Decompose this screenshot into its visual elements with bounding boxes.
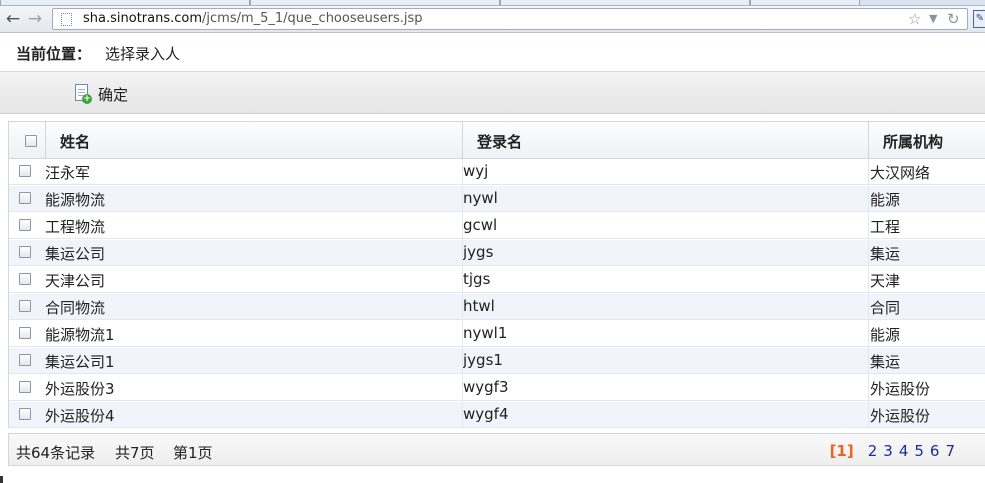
- cell-name: 外运股份4: [45, 407, 115, 425]
- url-path: /jcms/m_5_1/que_chooseusers.jsp: [202, 11, 423, 26]
- back-arrow-icon[interactable]: ←: [3, 9, 23, 29]
- column-header-name[interactable]: 姓名: [60, 131, 90, 152]
- table-row[interactable]: 天津公司 tjgs 天津: [9, 267, 985, 293]
- action-bar: + 确定: [0, 72, 985, 114]
- cell-name: 合同物流: [45, 299, 106, 317]
- browser-tab[interactable]: [750, 0, 860, 5]
- browser-tab[interactable]: [250, 0, 500, 5]
- cell-name: 天津公司: [45, 272, 106, 290]
- total-records: 共64条记录: [16, 444, 96, 462]
- table-row[interactable]: 汪永军 wyj 大汉网络: [9, 159, 985, 185]
- cell-name: 能源物流1: [45, 326, 115, 344]
- row-checkbox[interactable]: [19, 354, 31, 366]
- table-row[interactable]: 能源物流 nywl 能源: [9, 186, 985, 212]
- user-table: 姓名 登录名 所属机构 汪永军 wyj 大汉网络 能源物流 nywl 能源 工程…: [8, 121, 985, 428]
- cell-org: 外运股份: [870, 407, 931, 425]
- breadcrumb-label: 当前位置：: [16, 45, 92, 63]
- cell-login: htwl: [463, 297, 495, 315]
- cell-org: 能源: [870, 191, 901, 209]
- edge-mark: [0, 476, 3, 483]
- page-link[interactable]: 4: [899, 442, 909, 460]
- cell-org: 合同: [870, 299, 901, 317]
- cell-name: 外运股份3: [45, 380, 115, 398]
- cell-org: 大汉网络: [870, 164, 931, 182]
- cell-org: 集运: [870, 245, 901, 263]
- page-links: [1] 2 3 4 5 6 7: [830, 442, 955, 460]
- cell-name: 集运公司: [45, 245, 106, 263]
- cell-name: 集运公司1: [45, 353, 115, 371]
- browser-tab[interactable]: [0, 0, 250, 5]
- browser-tab[interactable]: [500, 0, 750, 5]
- cell-org: 工程: [870, 218, 901, 236]
- breadcrumb: 当前位置： 选择录入人: [0, 34, 985, 72]
- cell-org: 天津: [870, 272, 901, 290]
- row-checkbox[interactable]: [19, 408, 31, 420]
- table-row[interactable]: 合同物流 htwl 合同: [9, 294, 985, 320]
- add-document-icon: +: [74, 83, 92, 105]
- page-icon: [61, 13, 72, 26]
- page-link[interactable]: 2: [868, 442, 878, 460]
- cell-org: 集运: [870, 353, 901, 371]
- select-all-checkbox[interactable]: [25, 135, 37, 147]
- cell-login: tjgs: [463, 270, 491, 288]
- table-row[interactable]: 集运公司1 jygs1 集运: [9, 348, 985, 374]
- table-row[interactable]: 外运股份4 wygf4 外运股份: [9, 402, 985, 428]
- table-row[interactable]: 外运股份3 wygf3 外运股份: [9, 375, 985, 401]
- dropdown-icon[interactable]: ▼: [929, 10, 937, 28]
- url-text[interactable]: sha.sinotrans.com/jcms/m_5_1/que_chooseu…: [83, 11, 423, 27]
- reload-icon[interactable]: ↻: [947, 10, 960, 28]
- address-bar[interactable]: sha.sinotrans.com/jcms/m_5_1/que_chooseu…: [52, 8, 968, 30]
- pagination-bar: 共64条记录 共7页 第1页 [1] 2 3 4 5 6 7: [8, 433, 985, 466]
- page-link[interactable]: 7: [945, 442, 955, 460]
- row-checkbox[interactable]: [19, 327, 31, 339]
- current-page-marker: [1]: [829, 442, 854, 460]
- cell-login: jygs1: [463, 351, 503, 369]
- extension-icon[interactable]: ✎: [973, 10, 985, 28]
- table-row[interactable]: 集运公司 jygs 集运: [9, 240, 985, 266]
- page-link[interactable]: 6: [930, 442, 940, 460]
- url-host: sha.sinotrans.com: [83, 11, 203, 26]
- breadcrumb-value: 选择录入人: [105, 45, 181, 63]
- current-page-text: 第1页: [173, 444, 213, 462]
- cell-org: 外运股份: [870, 380, 931, 398]
- cell-login: wygf4: [463, 405, 509, 423]
- table-row[interactable]: 工程物流 gcwl 工程: [9, 213, 985, 239]
- confirm-button-label: 确定: [98, 85, 129, 104]
- row-checkbox[interactable]: [19, 165, 31, 177]
- table-row[interactable]: 能源物流1 nywl1 能源: [9, 321, 985, 347]
- cell-login: wygf3: [463, 378, 509, 396]
- row-checkbox[interactable]: [19, 381, 31, 393]
- browser-toolbar: ← → sha.sinotrans.com/jcms/m_5_1/que_cho…: [0, 6, 985, 33]
- row-checkbox[interactable]: [19, 246, 31, 258]
- page-link[interactable]: 3: [883, 442, 893, 460]
- row-checkbox[interactable]: [19, 219, 31, 231]
- cell-name: 能源物流: [45, 191, 106, 209]
- row-checkbox[interactable]: [19, 300, 31, 312]
- cell-login: nywl: [463, 189, 498, 207]
- cell-org: 能源: [870, 326, 901, 344]
- cell-login: gcwl: [463, 216, 498, 234]
- row-checkbox[interactable]: [19, 192, 31, 204]
- row-checkbox[interactable]: [19, 273, 31, 285]
- confirm-button[interactable]: + 确定: [74, 82, 128, 106]
- cell-login: nywl1: [463, 324, 508, 342]
- cell-login: jygs: [463, 243, 494, 261]
- star-icon[interactable]: ☆: [908, 10, 921, 28]
- forward-arrow-icon[interactable]: →: [25, 9, 45, 29]
- total-pages: 共7页: [115, 444, 155, 462]
- cell-name: 工程物流: [45, 218, 106, 236]
- table-header: 姓名 登录名 所属机构: [9, 122, 985, 159]
- cell-login: wyj: [463, 162, 489, 180]
- page-link[interactable]: 5: [914, 442, 924, 460]
- column-header-org[interactable]: 所属机构: [883, 131, 943, 152]
- column-header-login[interactable]: 登录名: [477, 131, 522, 152]
- cell-name: 汪永军: [45, 164, 91, 182]
